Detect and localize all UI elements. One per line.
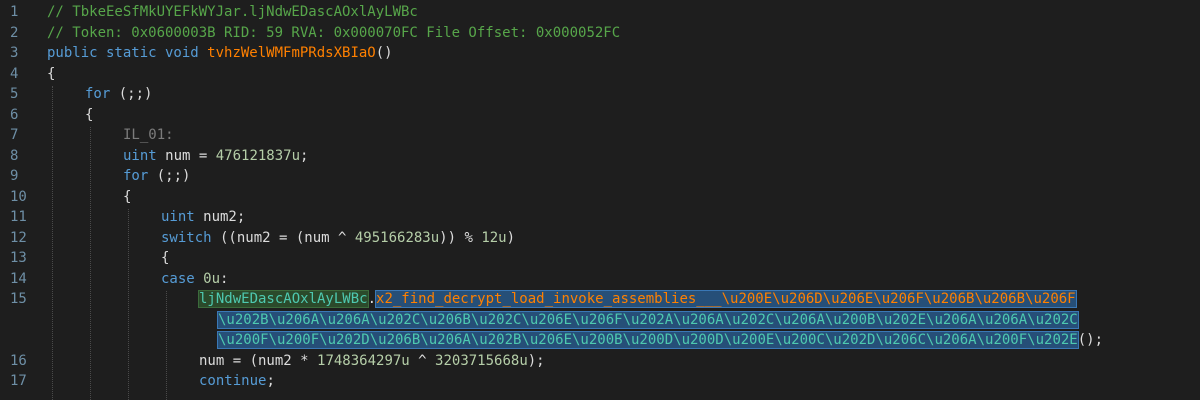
code-text: ;	[266, 373, 275, 389]
code-line[interactable]: num = (num2 * 1748364297u ^ 3203715668u)…	[199, 351, 545, 372]
code-line[interactable]: ljNdwEDascAOxlAyLWBc.x2_find_decrypt_loa…	[198, 289, 1077, 310]
keyword: continue	[199, 373, 267, 389]
code-line[interactable]: {	[123, 187, 131, 208]
code-line[interactable]: uint num2;	[161, 207, 245, 228]
code-text: num =	[156, 147, 216, 164]
line-number: 11	[10, 209, 27, 225]
line-number: 4	[10, 65, 19, 82]
label: IL_01:	[123, 127, 174, 143]
code-text: (;;)	[110, 86, 153, 102]
line-number: 10	[10, 188, 27, 205]
keyword: for	[85, 86, 111, 102]
code-text: ((num2 = (num ^	[211, 229, 355, 246]
indent-guide	[166, 291, 167, 400]
selected-member-reference[interactable]: x2_find_decrypt_load_invoke_assemblies__…	[375, 290, 1077, 308]
line-number: 6	[10, 106, 19, 123]
code-line[interactable]: switch ((num2 = (num ^ 495166283u)) % 12…	[161, 228, 515, 249]
line-number: 17	[10, 373, 27, 389]
code-line[interactable]: case 0u:	[161, 269, 228, 290]
code-line[interactable]: public static void tvhzWelWMFmPRdsXBIaO(…	[47, 43, 393, 64]
number-literal: 495166283u	[354, 229, 440, 246]
keyword: case	[161, 270, 195, 287]
code-line[interactable]: {	[161, 248, 169, 269]
code-text: )	[506, 229, 516, 246]
number-literal: 1748364297u	[317, 352, 410, 369]
class-reference[interactable]: ljNdwEDascAOxlAyLWBc	[198, 290, 369, 308]
method-name[interactable]: tvhzWelWMFmPRdsXBIaO	[207, 45, 376, 61]
line-number: 7	[10, 127, 19, 143]
indent-guide	[128, 209, 129, 400]
line-number: 8	[10, 147, 19, 164]
brace: {	[123, 188, 132, 205]
number-literal: 476121837u	[215, 147, 301, 164]
keyword: for	[123, 168, 149, 184]
code-text: (;;)	[148, 168, 191, 184]
code-text: :	[220, 270, 229, 287]
code-text: .	[367, 291, 377, 307]
comment: // Token: 0x0600003B RID: 59 RVA: 0x0000…	[47, 24, 621, 41]
keyword: switch	[161, 229, 212, 246]
code-text: )) %	[439, 229, 482, 246]
line-number: 2	[10, 24, 19, 41]
code-text: num = (num2 *	[199, 352, 318, 369]
selected-member-continuation[interactable]: \u200F\u200F\u202D\u206B\u206A\u202B\u20…	[217, 331, 1079, 349]
number-literal: 3203715668u	[435, 352, 528, 369]
keyword: uint	[123, 147, 157, 164]
code-line[interactable]: for (;;)	[85, 84, 152, 105]
line-number: 12	[10, 229, 27, 246]
code-line[interactable]: // Token: 0x0600003B RID: 59 RVA: 0x0000…	[47, 23, 620, 44]
code-line[interactable]: // TbkeEeSfMkUYEFkWYJar.ljNdwEDascAOxlAy…	[47, 2, 418, 23]
line-number: 13	[10, 250, 27, 266]
code-line[interactable]: for (;;)	[123, 166, 190, 187]
code-text: ;	[300, 147, 309, 164]
code-text: );	[527, 352, 545, 369]
keyword: uint	[161, 209, 195, 225]
code-text: ()	[375, 45, 393, 61]
brace: {	[47, 65, 56, 82]
line-number: 14	[10, 270, 27, 287]
indent-guide	[52, 86, 53, 400]
number-literal: 12u	[481, 229, 507, 246]
code-line[interactable]: IL_01:	[123, 125, 174, 146]
number-literal: 0u	[203, 270, 221, 287]
line-number: 16	[10, 352, 27, 369]
code-editor[interactable]: 1 // TbkeEeSfMkUYEFkWYJar.ljNdwEDascAOxl…	[0, 0, 1200, 400]
selected-member-continuation[interactable]: \u202B\u206A\u206A\u202C\u206B\u202C\u20…	[217, 310, 1079, 329]
line-number: 9	[10, 168, 19, 184]
line-number: 3	[10, 45, 19, 61]
code-line-wrap[interactable]: \u200F\u200F\u202D\u206B\u206A\u202B\u20…	[217, 330, 1104, 351]
code-line[interactable]: uint num = 476121837u;	[123, 146, 308, 167]
code-line[interactable]: {	[47, 64, 55, 85]
indent-guide	[90, 127, 91, 400]
line-number: 5	[10, 86, 19, 102]
code-line[interactable]: {	[85, 105, 93, 126]
brace: {	[85, 106, 94, 123]
member-name: x2_find_decrypt_load_invoke_assemblies__…	[376, 291, 1076, 307]
code-text: ();	[1077, 332, 1104, 348]
line-number: 15	[10, 291, 27, 307]
comment: // TbkeEeSfMkUYEFkWYJar.ljNdwEDascAOxlAy…	[47, 4, 418, 20]
code-line[interactable]: continue;	[199, 371, 275, 392]
code-text: num2;	[194, 209, 246, 225]
keyword: public static void	[47, 45, 199, 61]
line-number: 1	[10, 4, 19, 20]
code-line-wrap[interactable]: \u202B\u206A\u206A\u202C\u206B\u202C\u20…	[217, 310, 1079, 331]
code-text: ^	[409, 352, 436, 369]
brace: {	[161, 250, 170, 266]
